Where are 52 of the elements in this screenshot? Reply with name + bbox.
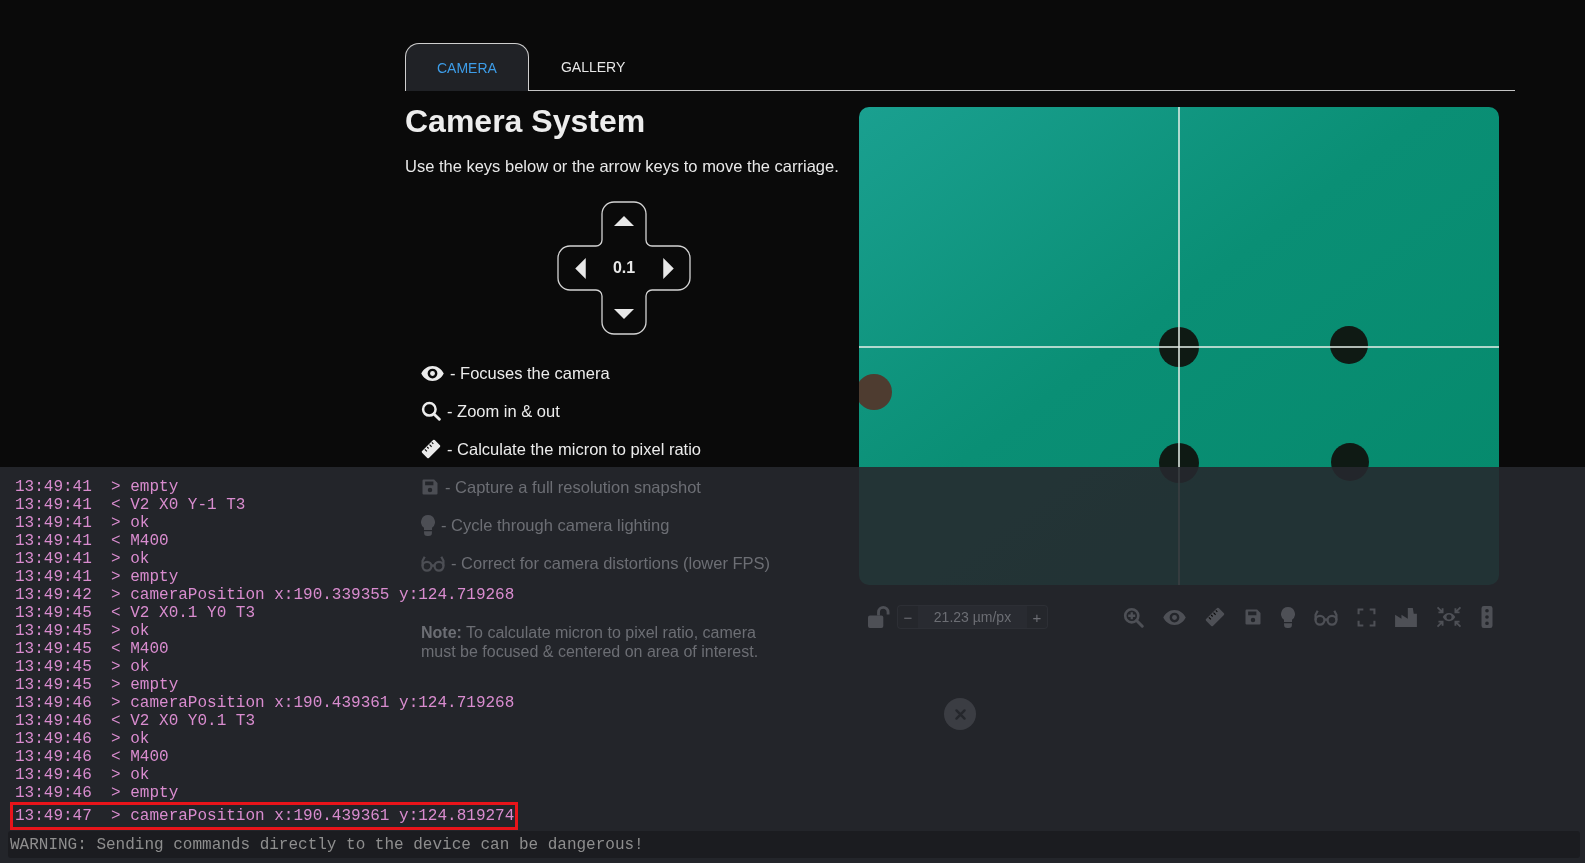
log-line: 13:49:45 < M400 [15, 640, 169, 658]
caret-down-icon [614, 308, 634, 319]
legend-text: - Focuses the camera [450, 363, 610, 383]
eye-icon[interactable] [1163, 609, 1186, 625]
log-line: 13:49:45 > empty [15, 676, 179, 694]
caret-right-icon [663, 257, 674, 279]
fullscreen-icon[interactable] [1357, 607, 1376, 627]
log-line: 13:49:41 < V2 X0 Y-1 T3 [15, 496, 246, 514]
legend-text: - Zoom in & out [447, 401, 560, 421]
eye-icon [421, 365, 444, 381]
log-line: 13:49:45 > ok [15, 658, 150, 676]
log-line: 13:49:41 < M400 [15, 532, 169, 550]
lightbulb-icon[interactable] [1281, 606, 1295, 628]
scale-input[interactable]: 21.23 µm/px [918, 605, 1027, 629]
log-line: 13:49:46 < V2 X0 Y0.1 T3 [15, 712, 256, 730]
log-line: 13:49:41 > ok [15, 550, 150, 568]
legend-text: - Calculate the micron to pixel ratio [447, 439, 702, 459]
log-line: 13:49:42 > cameraPosition x:190.339355 y:124.719268 [15, 586, 515, 604]
log-line: 13:49:46 < M400 [15, 748, 169, 766]
glasses-icon[interactable] [1314, 608, 1338, 626]
tab[interactable]: CAMERA [405, 43, 529, 91]
step-size-button[interactable]: 0.1 [602, 246, 646, 290]
log-line: 13:49:41 > ok [15, 514, 150, 532]
log-line: 13:49:45 < V2 X0.1 Y0 T3 [15, 604, 256, 622]
ruler-icon [421, 439, 441, 459]
lightbulb-icon [421, 514, 435, 536]
tab[interactable]: GALLERY [528, 43, 658, 90]
decrement-button[interactable]: − [897, 605, 918, 629]
instructions-text: Use the keys below or the arrow keys to move the carriage. [405, 156, 840, 176]
eye-arrows-icon[interactable] [1436, 606, 1462, 628]
log-line: 13:49:45 > ok [15, 622, 150, 640]
search-icon [421, 401, 441, 421]
glasses-icon [421, 554, 445, 572]
log-line: 13:49:46 > empty [15, 784, 179, 802]
factory-icon[interactable] [1395, 607, 1417, 627]
increment-button[interactable]: + [1027, 605, 1048, 629]
command-input[interactable]: WARNING: Sending commands directly to the device can be dangerous! [8, 831, 1580, 858]
log-line: 13:49:46 > ok [15, 766, 150, 784]
zoom-in-icon[interactable] [1123, 606, 1144, 628]
log-line: 13:49:41 > empty [15, 478, 179, 496]
padlock-icon[interactable] [868, 606, 890, 628]
legend-text: - Capture a full resolution snapshot [445, 477, 701, 497]
log-line: 13:49:46 > ok [15, 730, 150, 748]
legend-text: - Correct for camera distortions (lower FPS) [451, 553, 771, 573]
log-line: 13:49:46 > cameraPosition x:190.439361 y:124.719268 [15, 694, 515, 712]
legend-text: - Cycle through camera lighting [441, 515, 670, 535]
caret-left-icon [575, 257, 586, 279]
page-title: Camera System [405, 105, 647, 137]
note-text: Note: To calculate micron to pixel ratio, camera must be focused & centered on area of interest. [421, 623, 760, 661]
traffic-light-icon[interactable] [1481, 606, 1493, 628]
log-line: 13:49:41 > empty [15, 568, 179, 586]
caret-up-icon [614, 215, 634, 226]
